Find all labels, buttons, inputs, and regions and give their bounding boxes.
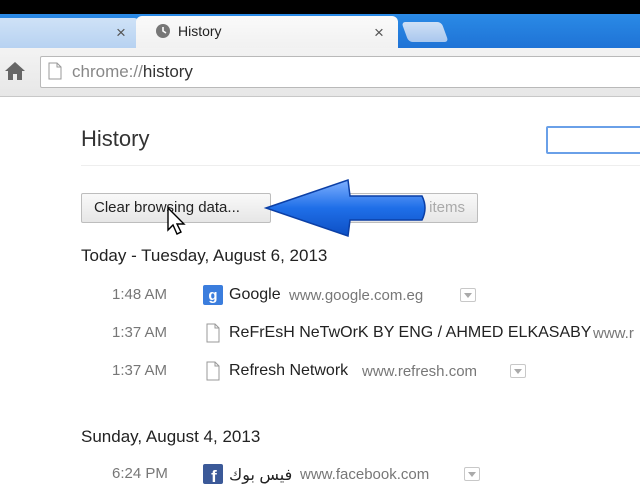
- url-text[interactable]: chrome://history: [72, 62, 193, 82]
- entry-url: www.r: [593, 325, 634, 342]
- url-path: history: [142, 62, 193, 81]
- entry-title-link[interactable]: فيس بوك: [229, 465, 292, 485]
- google-icon: g: [203, 285, 223, 305]
- entry-time: 6:24 PM: [112, 465, 168, 482]
- day-header: Today - Tuesday, August 6, 2013: [81, 246, 328, 265]
- entry-menu-chevron-down-icon[interactable]: [464, 467, 480, 481]
- svg-text:f: f: [211, 467, 217, 484]
- page-icon: [206, 361, 220, 381]
- clock-icon: [156, 24, 170, 38]
- entry-title-link[interactable]: Refresh Network: [229, 362, 348, 380]
- entry-url: www.google.com.eg: [289, 287, 424, 304]
- screen-top-border: [0, 0, 640, 14]
- mouse-cursor-icon: [167, 206, 186, 235]
- inactive-tab-close-icon[interactable]: ×: [116, 24, 126, 41]
- home-icon[interactable]: [4, 61, 26, 81]
- entry-menu-chevron-down-icon[interactable]: [460, 288, 476, 302]
- entry-title-link[interactable]: ReFrEsH NeTwOrK BY ENG / AHMED ELKASABY: [229, 324, 591, 342]
- page-icon: [206, 323, 220, 343]
- tab-history[interactable]: [136, 16, 398, 48]
- entry-time: 1:48 AM: [112, 286, 168, 303]
- url-scheme: chrome://: [72, 62, 143, 81]
- facebook-icon: f: [203, 464, 223, 484]
- page-icon: [48, 62, 62, 80]
- svg-text:g: g: [208, 287, 217, 304]
- entry-time: 1:37 AM: [112, 362, 168, 379]
- entry-url: www.facebook.com: [300, 466, 430, 483]
- tab-close-icon[interactable]: ×: [374, 24, 384, 41]
- page-title: History: [81, 126, 150, 151]
- entry-url: www.refresh.com: [362, 363, 478, 380]
- title-divider: [81, 165, 640, 166]
- search-input[interactable]: [546, 126, 640, 154]
- entry-title-link[interactable]: Google: [229, 286, 281, 304]
- blue-arrow-annotation: [263, 178, 426, 238]
- entry-time: 1:37 AM: [112, 324, 168, 341]
- new-tab-button[interactable]: [401, 22, 449, 42]
- tab-title: History: [178, 23, 222, 39]
- entry-menu-chevron-down-icon[interactable]: [510, 364, 526, 378]
- day-header: Sunday, August 4, 2013: [81, 427, 261, 446]
